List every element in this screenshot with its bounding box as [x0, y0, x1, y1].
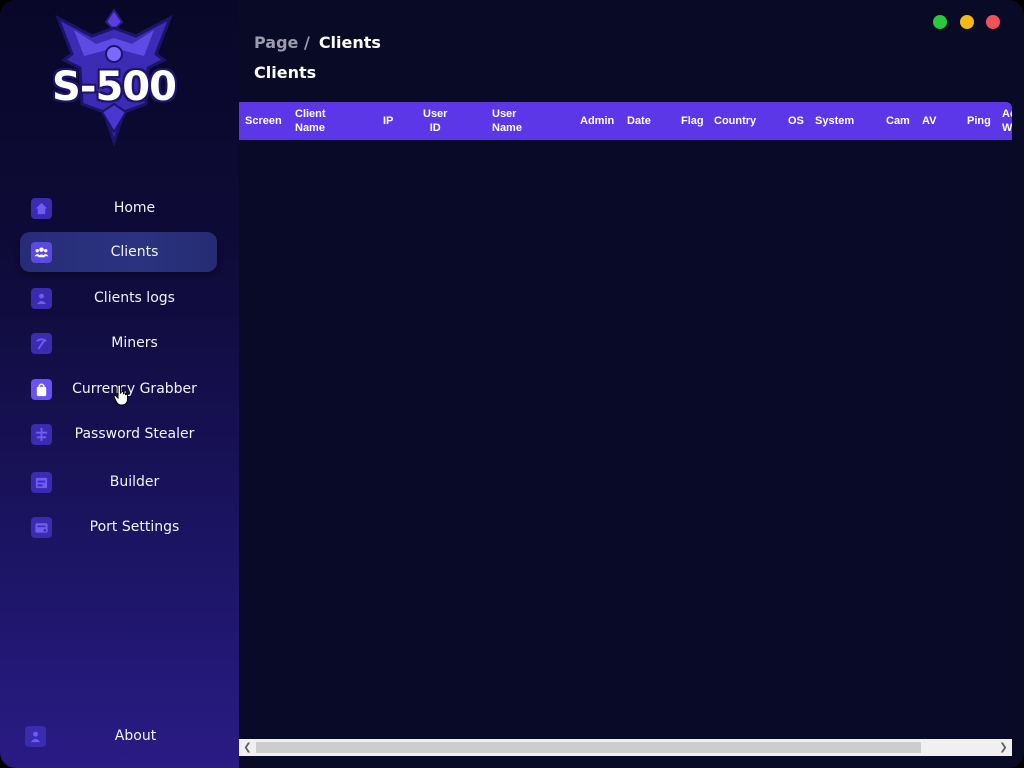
sidebar-item-label: Port Settings [89, 519, 180, 535]
sidebar-item-label: Clients logs [94, 290, 175, 306]
column-header-system[interactable]: System [815, 102, 854, 140]
home-icon [31, 198, 52, 219]
column-header-date[interactable]: Date [627, 102, 651, 140]
breadcrumb-root[interactable]: Page / [254, 33, 310, 52]
app-window: S-500 Home Clients Clients logs Miners C… [0, 0, 1024, 768]
bag-icon [31, 379, 52, 400]
page-title: Clients [254, 63, 317, 82]
breadcrumb: Page / Clients [254, 33, 381, 52]
column-header-av[interactable]: AV [922, 102, 936, 140]
app-logo: S-500 [52, 8, 177, 146]
sidebar: S-500 Home Clients Clients logs Miners C… [0, 0, 239, 768]
sidebar-item-label: Currency Grabber [72, 381, 197, 397]
column-header-os[interactable]: OS [788, 102, 804, 140]
sidebar-item-label: Miners [111, 335, 158, 351]
sidebar-item-clients[interactable]: Clients [20, 232, 217, 272]
sidebar-item-port-settings[interactable]: Port Settings [20, 507, 217, 547]
column-header-active-window[interactable]: Ac W [1002, 102, 1012, 140]
maximize-button[interactable] [933, 15, 947, 29]
sidebar-item-label: Clients [110, 244, 159, 260]
sidebar-item-home[interactable]: Home [20, 188, 217, 228]
breadcrumb-current: Clients [318, 33, 381, 52]
column-header-user-name[interactable]: User Name [492, 102, 522, 140]
table-body[interactable] [239, 140, 1012, 738]
clients-table: Screen Client Name IP User ID User Name … [239, 102, 1012, 756]
column-header-flag[interactable]: Flag [681, 102, 704, 140]
sidebar-item-label: Password Stealer [74, 426, 195, 442]
minimize-button[interactable] [960, 15, 974, 29]
sidebar-item-label: Builder [109, 474, 160, 490]
column-header-screen[interactable]: Screen [245, 102, 282, 140]
sidebar-item-label: Home [113, 200, 156, 216]
sidebar-item-miners[interactable]: Miners [20, 323, 217, 363]
column-header-user-id[interactable]: User ID [423, 102, 447, 140]
sidebar-item-about[interactable]: About [20, 716, 217, 756]
close-button[interactable] [986, 15, 1000, 29]
pickaxe-icon [31, 333, 52, 354]
users-icon [31, 242, 52, 263]
sidebar-item-password-stealer[interactable]: Password Stealer [20, 414, 217, 454]
table-header: Screen Client Name IP User ID User Name … [239, 102, 1012, 140]
column-header-country[interactable]: Country [714, 102, 756, 140]
horizontal-scrollbar[interactable]: ❮ ❯ [239, 739, 1012, 756]
sidebar-item-builder[interactable]: Builder [20, 462, 217, 502]
column-header-cam[interactable]: Cam [886, 102, 910, 140]
sidebar-item-currency-grabber[interactable]: Currency Grabber [20, 369, 217, 409]
build-icon [31, 472, 52, 493]
port-icon [31, 517, 52, 538]
person-icon [25, 726, 46, 747]
key-icon [31, 424, 52, 445]
sidebar-item-label: About [114, 728, 157, 744]
user-icon [31, 288, 52, 309]
logo-text: S-500 [52, 64, 177, 110]
sidebar-item-clients-logs[interactable]: Clients logs [20, 278, 217, 318]
column-header-ping[interactable]: Ping [967, 102, 991, 140]
scrollbar-thumb[interactable] [256, 742, 921, 753]
scroll-right-icon[interactable]: ❯ [995, 739, 1012, 756]
column-header-admin[interactable]: Admin [580, 102, 614, 140]
column-header-ip[interactable]: IP [383, 102, 393, 140]
scroll-left-icon[interactable]: ❮ [239, 739, 256, 756]
column-header-client-name[interactable]: Client Name [295, 102, 326, 140]
